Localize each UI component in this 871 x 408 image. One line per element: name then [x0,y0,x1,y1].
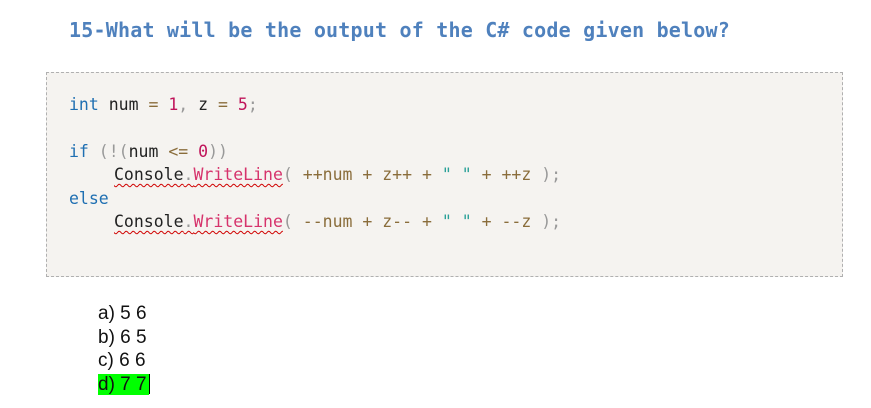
method-call: Console.WriteLine [114,212,283,231]
console-object: Console [114,212,184,231]
option-label: c) 6 6 [98,350,146,371]
keyword-if: if [69,142,89,161]
code-text: num [98,95,149,114]
punctuation: , [178,95,189,114]
expression: + --z [471,212,542,231]
string-literal: " " [441,212,472,231]
option-d[interactable]: d) 7 7 [98,373,150,397]
code-line-declaration: int num = 1, z = 5; [69,94,258,116]
code-line-writeline-increment: Console.WriteLine( ++num + z++ + " " + +… [114,164,561,186]
option-a[interactable]: a) 5 6 [98,302,150,326]
operator: = [218,95,228,114]
console-object: Console [114,165,184,184]
punctuation: ( [282,165,303,184]
string-literal: " " [441,165,472,184]
punctuation: . [183,212,194,231]
expression: ++num + z++ + [302,165,442,184]
punctuation: )) [208,142,228,161]
number-literal: 5 [227,95,248,114]
number-literal: 1 [158,95,179,114]
operator: = [148,95,159,114]
text-cursor [148,373,150,394]
punctuation: ); [541,212,562,231]
number-literal: 0 [188,142,209,161]
punctuation: ( [282,212,303,231]
option-c[interactable]: c) 6 6 [98,349,150,373]
option-label: b) 6 5 [98,326,147,348]
keyword-int: int [69,95,99,114]
code-line-if: if (!(num <= 0)) [69,141,228,163]
operator: <= [168,142,189,161]
punctuation: ; [247,95,258,114]
code-line-else: else [69,188,109,210]
answer-options: a) 5 6 b) 6 5 c) 6 6 d) 7 7 [98,302,150,396]
keyword-else: else [69,189,109,208]
code-block: int num = 1, z = 5; if (!(num <= 0)) Con… [46,72,843,277]
option-b[interactable]: b) 6 5 [98,326,150,350]
question-title: 15-What will be the output of the C# cod… [69,18,731,42]
punctuation: . [183,165,194,184]
expression: --num + z-- + [302,212,442,231]
expression: + ++z [471,165,542,184]
option-label: d) 7 7 [98,373,149,395]
code-text: num [128,142,169,161]
method-call: Console.WriteLine [114,165,283,184]
method-name: WriteLine [193,165,283,184]
punctuation: (!( [88,142,129,161]
method-name: WriteLine [193,212,283,231]
code-text: z [188,95,219,114]
code-line-writeline-decrement: Console.WriteLine( --num + z-- + " " + -… [114,211,561,233]
option-label: a) 5 6 [98,303,147,324]
punctuation: ); [541,165,562,184]
